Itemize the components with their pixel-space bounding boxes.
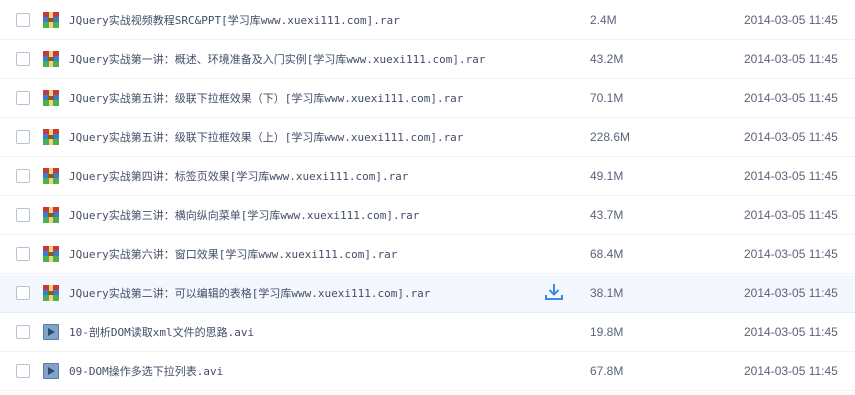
- file-row[interactable]: JQuery实战第三讲：横向纵向菜单[学习库www.xuexi111.com].…: [0, 197, 855, 235]
- file-row[interactable]: JQuery实战第四讲：标签页效果[学习库www.xuexi111.com].r…: [0, 158, 855, 196]
- file-row-hovered[interactable]: JQuery实战第二讲：可以编辑的表格[学习库www.xuexi111.com]…: [0, 275, 855, 313]
- file-date: 2014-03-05 11:45: [744, 130, 838, 144]
- file-size: 43.7M: [590, 208, 624, 222]
- file-date: 2014-03-05 11:45: [744, 52, 838, 66]
- row-checkbox[interactable]: [16, 169, 30, 183]
- file-size: 38.1M: [590, 286, 624, 300]
- file-list: JQuery实战视频教程SRC&PPT[学习库www.xuexi111.com]…: [0, 0, 855, 395]
- file-name[interactable]: JQuery实战第五讲：级联下拉框效果（下）[学习库www.xuexi111.c…: [69, 92, 463, 106]
- row-checkbox[interactable]: [16, 247, 30, 261]
- row-checkbox[interactable]: [16, 325, 30, 339]
- file-name[interactable]: JQuery实战第五讲：级联下拉框效果（上）[学习库www.xuexi111.c…: [69, 131, 463, 145]
- file-row[interactable]: JQuery实战第一讲：概述、环境准备及入门实例[学习库www.xuexi111…: [0, 41, 855, 79]
- file-size: 2.4M: [590, 13, 617, 27]
- file-date: 2014-03-05 11:45: [744, 208, 838, 222]
- file-name[interactable]: JQuery实战第四讲：标签页效果[学习库www.xuexi111.com].r…: [69, 170, 408, 184]
- file-name[interactable]: JQuery实战第二讲：可以编辑的表格[学习库www.xuexi111.com]…: [69, 287, 430, 301]
- archive-rar-icon: [43, 285, 59, 301]
- file-row[interactable]: 10-剖析DOM读取xml文件的思路.avi 19.8M 2014-03-05 …: [0, 314, 855, 352]
- file-date: 2014-03-05 11:45: [744, 169, 838, 183]
- file-row[interactable]: JQuery实战第六讲：窗口效果[学习库www.xuexi111.com].ra…: [0, 236, 855, 274]
- row-checkbox[interactable]: [16, 52, 30, 66]
- file-row[interactable]: JQuery实战第五讲：级联下拉框效果（上）[学习库www.xuexi111.c…: [0, 119, 855, 157]
- file-name[interactable]: 09-DOM操作多选下拉列表.avi: [69, 365, 223, 379]
- file-date: 2014-03-05 11:45: [744, 286, 838, 300]
- file-row[interactable]: JQuery实战视频教程SRC&PPT[学习库www.xuexi111.com]…: [0, 2, 855, 40]
- file-date: 2014-03-05 11:45: [744, 364, 838, 378]
- file-date: 2014-03-05 11:45: [744, 247, 838, 261]
- video-avi-icon: [43, 363, 59, 379]
- file-name[interactable]: JQuery实战第一讲：概述、环境准备及入门实例[学习库www.xuexi111…: [69, 53, 485, 67]
- row-checkbox[interactable]: [16, 286, 30, 300]
- archive-rar-icon: [43, 12, 59, 28]
- archive-rar-icon: [43, 246, 59, 262]
- archive-rar-icon: [43, 207, 59, 223]
- file-row[interactable]: JQuery实战第五讲：级联下拉框效果（下）[学习库www.xuexi111.c…: [0, 80, 855, 118]
- file-size: 228.6M: [590, 130, 631, 144]
- row-checkbox[interactable]: [16, 208, 30, 222]
- file-size: 68.4M: [590, 247, 624, 261]
- download-icon[interactable]: [544, 283, 564, 301]
- file-date: 2014-03-05 11:45: [744, 325, 838, 339]
- file-size: 19.8M: [590, 325, 624, 339]
- file-name[interactable]: JQuery实战视频教程SRC&PPT[学习库www.xuexi111.com]…: [69, 14, 400, 28]
- file-size: 49.1M: [590, 169, 624, 183]
- row-checkbox[interactable]: [16, 91, 30, 105]
- archive-rar-icon: [43, 51, 59, 67]
- video-avi-icon: [43, 324, 59, 340]
- file-row[interactable]: 09-DOM操作多选下拉列表.avi 67.8M 2014-03-05 11:4…: [0, 353, 855, 391]
- row-checkbox[interactable]: [16, 130, 30, 144]
- archive-rar-icon: [43, 129, 59, 145]
- file-size: 43.2M: [590, 52, 624, 66]
- file-name[interactable]: JQuery实战第六讲：窗口效果[学习库www.xuexi111.com].ra…: [69, 248, 397, 262]
- file-date: 2014-03-05 11:45: [744, 13, 838, 27]
- archive-rar-icon: [43, 90, 59, 106]
- row-checkbox[interactable]: [16, 13, 30, 27]
- file-date: 2014-03-05 11:45: [744, 91, 838, 105]
- archive-rar-icon: [43, 168, 59, 184]
- row-checkbox[interactable]: [16, 364, 30, 378]
- file-size: 70.1M: [590, 91, 624, 105]
- file-size: 67.8M: [590, 364, 624, 378]
- file-name[interactable]: JQuery实战第三讲：横向纵向菜单[学习库www.xuexi111.com].…: [69, 209, 419, 223]
- file-name[interactable]: 10-剖析DOM读取xml文件的思路.avi: [69, 326, 254, 340]
